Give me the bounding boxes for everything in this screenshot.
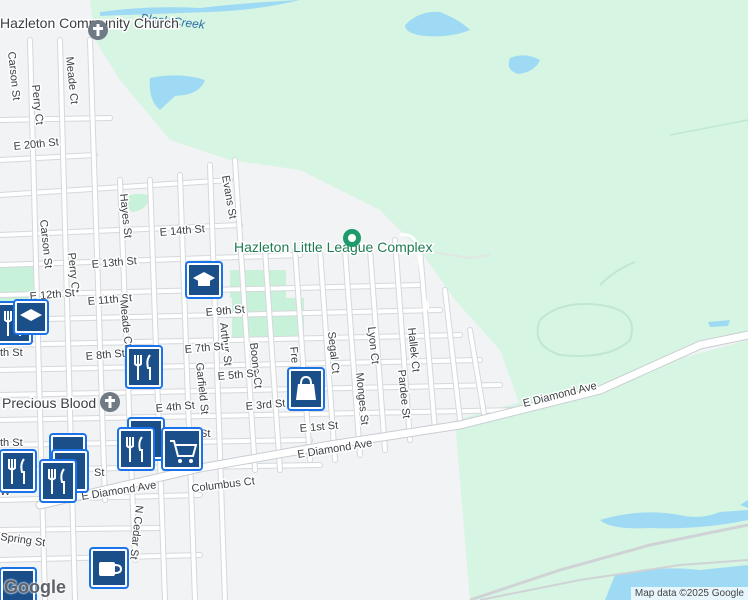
restaurant-icon[interactable] <box>125 345 163 389</box>
school-icon[interactable] <box>13 299 49 335</box>
restaurant-icon[interactable] <box>117 427 155 471</box>
place-label-league[interactable]: Hazleton Little League Complex <box>233 238 434 257</box>
place-label-precious-blood[interactable]: Precious Blood <box>1 394 98 413</box>
shopping-bag-icon[interactable] <box>287 367 325 411</box>
street-label: th St <box>0 347 23 359</box>
coffee-icon[interactable] <box>89 547 129 589</box>
shopping-cart-icon[interactable] <box>161 427 203 471</box>
restaurant-icon[interactable] <box>39 459 77 503</box>
cross-icon[interactable] <box>88 20 108 40</box>
street-label: Fre <box>287 346 301 364</box>
map-canvas[interactable]: Carson St Meade Ct Perry Ct E 20th St Ev… <box>0 0 748 600</box>
map-attribution[interactable]: Map data ©2025 Google <box>630 587 748 600</box>
cross-icon[interactable] <box>100 392 120 412</box>
park-pin-icon[interactable] <box>343 229 361 247</box>
street-label: th St <box>0 437 23 449</box>
google-logo: Google <box>4 577 66 597</box>
park-area <box>230 270 286 298</box>
street-label: St <box>94 467 104 479</box>
restaurant-icon[interactable] <box>0 449 37 493</box>
school-icon[interactable] <box>185 261 223 299</box>
